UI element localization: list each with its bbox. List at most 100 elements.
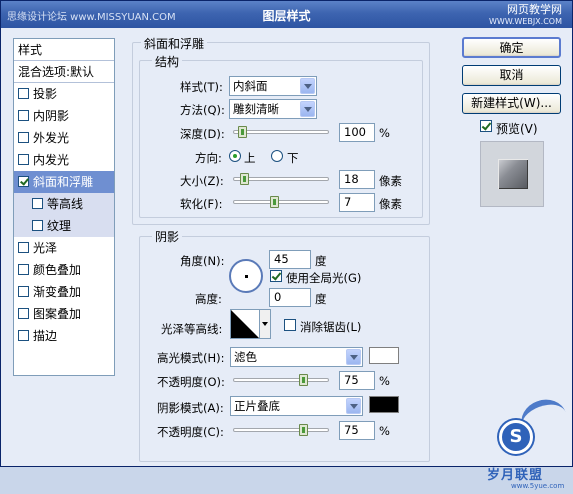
style-list-item-label: 描边 [33, 329, 58, 343]
style-checkbox[interactable] [18, 110, 29, 121]
style-list-item-label: 投影 [33, 87, 58, 101]
style-list-item[interactable]: 等高线 [14, 193, 114, 215]
style-checkbox[interactable] [18, 132, 29, 143]
style-select-value: 内斜面 [233, 79, 268, 93]
size-unit: 像素 [379, 174, 402, 188]
direction-down-radio[interactable] [271, 150, 283, 162]
shadow-opacity-input[interactable]: 75 [339, 421, 375, 440]
new-style-button[interactable]: 新建样式(W)... [462, 93, 561, 114]
style-list-item-label: 外发光 [33, 131, 70, 145]
shadow-mode-label: 阴影模式(A): [157, 401, 224, 415]
shadow-color-swatch[interactable] [369, 396, 399, 413]
technique-label: 方法(Q): [180, 103, 225, 117]
cancel-button[interactable]: 取消 [462, 65, 561, 86]
style-checkbox[interactable] [18, 286, 29, 297]
chevron-down-icon[interactable] [300, 101, 315, 117]
style-list-header[interactable]: 样式 [14, 39, 114, 61]
blending-options-item[interactable]: 混合选项:默认 [14, 61, 114, 83]
highlight-color-swatch[interactable] [369, 347, 399, 364]
shadow-mode-select[interactable]: 正片叠底 [230, 396, 363, 416]
style-select[interactable]: 内斜面 [229, 76, 317, 96]
style-checkbox[interactable] [18, 88, 29, 99]
style-list-item[interactable]: 投影 [14, 83, 114, 105]
shadow-opacity-thumb[interactable] [298, 424, 308, 436]
chevron-down-icon[interactable] [300, 78, 315, 94]
angle-input[interactable]: 45 [269, 250, 311, 269]
style-list-item-label: 颜色叠加 [33, 263, 82, 277]
highlight-opacity-input[interactable]: 75 [339, 371, 375, 390]
highlight-mode-select[interactable]: 滤色 [230, 347, 363, 367]
style-list-item[interactable]: 描边 [14, 325, 114, 347]
title-bar[interactable]: 思缘设计论坛 www.MISSYUAN.COM 图层样式 网页教学网 WWW.W… [1, 1, 572, 28]
style-checkbox[interactable] [18, 154, 29, 165]
direction-up-label[interactable]: 上 [244, 150, 256, 166]
shadow-opacity-slider[interactable] [233, 424, 329, 436]
angle-dial[interactable] [229, 259, 263, 293]
angle-label: 角度(N): [180, 254, 225, 268]
size-input[interactable]: 18 [339, 170, 375, 189]
anti-aliased-label[interactable]: 消除锯齿(L) [300, 319, 361, 335]
global-light-label[interactable]: 使用全局光(G) [286, 270, 361, 286]
style-list-item[interactable]: 图案叠加 [14, 303, 114, 325]
style-list-item-label: 斜面和浮雕 [33, 175, 94, 189]
style-checkbox[interactable] [32, 220, 43, 231]
highlight-opacity-thumb[interactable] [298, 374, 308, 386]
highlight-opacity-unit: % [379, 374, 390, 388]
soften-input[interactable]: 7 [339, 193, 375, 212]
depth-input[interactable]: 100 [339, 123, 375, 142]
style-checkbox[interactable] [18, 330, 29, 341]
size-slider[interactable] [233, 173, 329, 185]
gloss-contour-label: 光泽等高线: [161, 322, 223, 336]
logo-url: www.5yue.com [511, 482, 565, 490]
preview-swatch [498, 159, 528, 189]
style-checkbox[interactable] [18, 176, 29, 187]
style-list-item[interactable]: 内发光 [14, 149, 114, 171]
preview-label[interactable]: 预览(V) [496, 120, 538, 137]
chevron-down-icon[interactable] [346, 349, 361, 365]
soften-unit: 像素 [379, 197, 402, 211]
structure-title: 结构 [152, 53, 183, 70]
style-list-item-label: 内发光 [33, 153, 70, 167]
style-list-item[interactable]: 渐变叠加 [14, 281, 114, 303]
angle-unit: 度 [315, 254, 327, 268]
ok-button[interactable]: 确定 [462, 37, 561, 58]
depth-slider-thumb[interactable] [238, 126, 248, 138]
highlight-opacity-slider[interactable] [233, 374, 329, 386]
style-list-item-label: 内阴影 [33, 109, 70, 123]
chevron-down-icon[interactable] [260, 309, 271, 339]
style-preview [480, 141, 544, 207]
direction-up-radio[interactable] [229, 150, 241, 162]
style-list-item[interactable]: 颜色叠加 [14, 259, 114, 281]
style-list-item[interactable]: 光泽 [14, 237, 114, 259]
soften-slider-thumb[interactable] [270, 196, 280, 208]
style-checkbox[interactable] [18, 242, 29, 253]
global-light-checkbox[interactable] [270, 270, 282, 282]
anti-aliased-checkbox[interactable] [284, 319, 296, 331]
altitude-input[interactable]: 0 [269, 288, 311, 307]
shading-title: 阴影 [152, 228, 183, 245]
style-checkbox[interactable] [18, 264, 29, 275]
gloss-contour-picker[interactable] [230, 309, 260, 339]
soften-label: 软化(F): [180, 197, 223, 211]
style-checkbox[interactable] [18, 308, 29, 319]
dialog-body: 样式 混合选项:默认 投影内阴影外发光内发光斜面和浮雕等高线 纹理 光泽颜色叠加渐变… [1, 28, 573, 490]
direction-down-label[interactable]: 下 [287, 150, 299, 166]
watermark-right-url: WWW.WEBJX.COM [489, 17, 562, 26]
altitude-label: 高度: [195, 292, 222, 306]
preview-checkbox[interactable] [480, 120, 492, 132]
soften-slider[interactable] [233, 196, 329, 208]
style-list-item[interactable]: 外发光 [14, 127, 114, 149]
style-list-item[interactable]: 斜面和浮雕 [14, 171, 114, 193]
style-list-item-label: 渐变叠加 [33, 285, 82, 299]
chevron-down-icon[interactable] [346, 398, 361, 414]
depth-unit: % [379, 126, 390, 140]
depth-slider[interactable] [233, 126, 329, 138]
size-slider-thumb[interactable] [240, 173, 250, 185]
highlight-opacity-label: 不透明度(O): [157, 375, 225, 389]
highlight-mode-value: 滤色 [234, 350, 257, 364]
style-list-item[interactable]: 内阴影 [14, 105, 114, 127]
style-checkbox[interactable] [32, 198, 43, 209]
watermark-right: 网页教学网 WWW.WEBJX.COM [489, 4, 562, 28]
technique-select[interactable]: 雕刻清晰 [229, 99, 317, 119]
style-list-item[interactable]: 纹理 [14, 215, 114, 237]
